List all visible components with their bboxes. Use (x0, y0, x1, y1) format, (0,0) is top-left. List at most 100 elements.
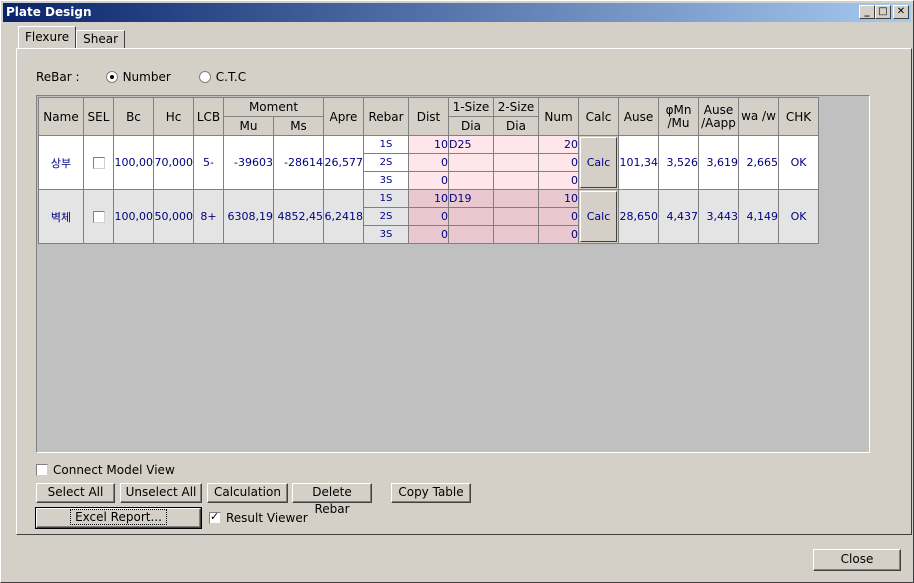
row-mu[interactable]: -39603 (223, 135, 274, 190)
row-num[interactable]: 20 (538, 135, 579, 154)
rebar-number-label[interactable]: Number (123, 70, 171, 84)
title-bar: Plate Design _ □ ✕ (3, 3, 911, 22)
title-bar-controls: _ □ ✕ (859, 5, 909, 19)
row-dia-1[interactable] (448, 207, 494, 226)
row-dist[interactable]: 0 (408, 225, 449, 244)
connect-model-view-label[interactable]: Connect Model View (53, 463, 175, 477)
rebar-ctc-radio[interactable] (198, 71, 211, 83)
row-calc-button[interactable]: Calc (580, 137, 617, 188)
row-rebar-layer: 2S (363, 153, 409, 172)
design-table: Name SEL Bc Hc LCB Moment Apre Rebar Dis… (38, 97, 819, 244)
row-num[interactable]: 0 (538, 225, 579, 244)
row-rebar-layer: 3S (363, 225, 409, 244)
rebar-option-group: ReBar : Number C.T.C (36, 69, 246, 85)
row-lcb[interactable]: 5- (193, 135, 224, 190)
row-dia-2[interactable] (493, 171, 539, 190)
row-dist[interactable]: 10 (408, 135, 449, 154)
row-dia-2[interactable] (493, 189, 539, 208)
excel-report-button[interactable]: Excel Report... (35, 507, 202, 529)
result-viewer-checkbox[interactable] (209, 510, 221, 524)
row-chk: OK (778, 189, 819, 244)
header-dia-1: Dia (448, 116, 494, 136)
header-moment: Moment (223, 97, 324, 117)
row-bc[interactable]: 100,00 (113, 135, 154, 190)
header-chk: CHK (778, 97, 819, 136)
row-bc[interactable]: 100,00 (113, 189, 154, 244)
close-button[interactable]: Close (813, 549, 901, 571)
row-num[interactable]: 0 (538, 207, 579, 226)
row-dia-1[interactable] (448, 171, 494, 190)
header-2-size: 2-Size (493, 97, 539, 117)
row-num[interactable]: 0 (538, 171, 579, 190)
row-ause-aapp: 3,443 (698, 189, 739, 244)
row-dia-1[interactable] (448, 225, 494, 244)
row-name[interactable]: 상부 (38, 135, 84, 190)
delete-rebar-button[interactable]: Delete Rebar (292, 483, 372, 516)
result-viewer-option: Result Viewer (209, 510, 308, 525)
tab-flexure[interactable]: Flexure (18, 26, 77, 48)
row-rebar-layer: 2S (363, 207, 409, 226)
row-ause: 28,650 (618, 189, 659, 244)
row-lcb[interactable]: 8+ (193, 189, 224, 244)
row-ms[interactable]: -28614 (273, 135, 324, 190)
row-ms[interactable]: 4852,45 (273, 189, 324, 244)
result-viewer-label[interactable]: Result Viewer (226, 511, 308, 525)
copy-table-button[interactable]: Copy Table (391, 483, 471, 503)
row-dist[interactable]: 10 (408, 189, 449, 208)
row-wa-w: 4,149 (738, 189, 779, 244)
row-num[interactable]: 10 (538, 189, 579, 208)
rebar-ctc-label[interactable]: C.T.C (216, 70, 246, 84)
tab-shear[interactable]: Shear (76, 30, 126, 48)
header-name: Name (38, 97, 84, 136)
minimize-button[interactable]: _ (859, 5, 875, 19)
header-dia-2: Dia (493, 116, 539, 136)
row-apre[interactable]: 26,577 (323, 135, 364, 190)
row-mu[interactable]: 6308,19 (223, 189, 274, 244)
row-dia-2[interactable] (493, 153, 539, 172)
header-bc: Bc (113, 97, 154, 136)
table-row: 상부 100,00 70,000 5- -39603 -28614 26,577… (38, 135, 819, 190)
row-rebar-layer: 1S (363, 135, 409, 154)
select-all-button[interactable]: Select All (36, 483, 115, 503)
row-dia-2[interactable] (493, 225, 539, 244)
row-calc-button[interactable]: Calc (580, 191, 617, 242)
row-select-checkbox[interactable] (92, 157, 105, 169)
header-num: Num (538, 97, 579, 136)
row-wa-w: 2,665 (738, 135, 779, 190)
row-ause-aapp: 3,619 (698, 135, 739, 190)
row-name[interactable]: 벽체 (38, 189, 84, 244)
row-chk: OK (778, 135, 819, 190)
header-1-size: 1-Size (448, 97, 494, 117)
header-phimn-mu: φMn /Mu (658, 97, 699, 136)
row-dist[interactable]: 0 (408, 207, 449, 226)
row-dist[interactable]: 0 (408, 153, 449, 172)
row-dia-2[interactable] (493, 207, 539, 226)
header-apre: Apre (323, 97, 364, 136)
row-dia-2[interactable] (493, 135, 539, 154)
row-num[interactable]: 0 (538, 153, 579, 172)
calculation-button[interactable]: Calculation (207, 483, 288, 503)
row-phimn-mu: 4,437 (658, 189, 699, 244)
maximize-button[interactable]: □ (875, 5, 891, 19)
design-grid[interactable]: Name SEL Bc Hc LCB Moment Apre Rebar Dis… (36, 95, 870, 453)
row-select-checkbox[interactable] (92, 211, 105, 223)
row-dia-1[interactable]: D19 (448, 189, 494, 208)
rebar-number-radio[interactable] (105, 71, 118, 83)
header-ms: Ms (273, 116, 324, 136)
header-ause: Ause (618, 97, 659, 136)
row-dia-1[interactable]: D25 (448, 135, 494, 154)
row-hc[interactable]: 70,000 (153, 135, 194, 190)
row-dia-1[interactable] (448, 153, 494, 172)
row-apre[interactable]: 6,2418 (323, 189, 364, 244)
excel-report-label: Excel Report... (70, 509, 167, 525)
unselect-all-button[interactable]: Unselect All (120, 483, 202, 503)
connect-model-view-checkbox[interactable] (36, 464, 48, 476)
row-hc[interactable]: 50,000 (153, 189, 194, 244)
close-window-button[interactable]: ✕ (893, 5, 909, 19)
row-dist[interactable]: 0 (408, 171, 449, 190)
header-mu: Mu (223, 116, 274, 136)
window-title: Plate Design (6, 5, 92, 19)
rebar-label: ReBar : (36, 70, 80, 84)
row-phimn-mu: 3,526 (658, 135, 699, 190)
header-ause-aapp: Ause /Aapp (698, 97, 739, 136)
